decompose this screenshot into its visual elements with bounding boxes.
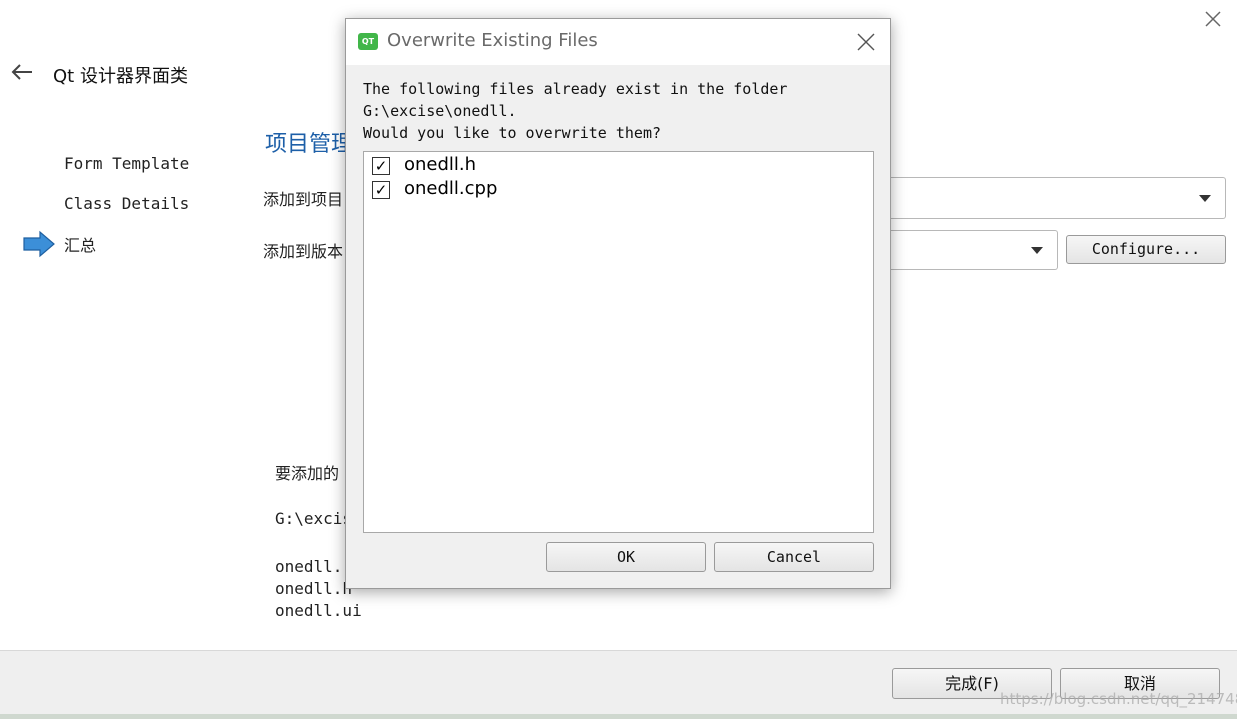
arrow-right-icon: [23, 230, 55, 258]
step-summary: 汇总: [64, 236, 97, 255]
chevron-down-icon: [1031, 247, 1043, 254]
dialog-message-line: G:\excise\onedll.: [363, 102, 517, 120]
step-form-template: Form Template: [64, 154, 190, 173]
close-icon[interactable]: [1200, 6, 1226, 32]
wizard-title: Qt 设计器界面类: [53, 66, 188, 87]
file-name: onedll.h: [404, 154, 477, 175]
add-to-project-label: 添加到项目: [263, 190, 344, 209]
file-list: ✓ onedll.h ✓ onedll.cpp: [363, 151, 874, 533]
section-heading: 项目管理: [265, 132, 354, 157]
project-combobox[interactable]: [880, 177, 1226, 219]
watermark: https://blog.csdn.net/qq_21474817: [1000, 690, 1237, 708]
summary-line: onedll.h: [275, 579, 353, 598]
qt-logo-icon: QT: [358, 33, 378, 50]
overwrite-dialog: QT Overwrite Existing Files The followin…: [345, 18, 891, 589]
dialog-message-line: Would you like to overwrite them?: [363, 124, 662, 142]
summary-line: 要添加的: [275, 464, 340, 483]
back-arrow-icon[interactable]: [8, 60, 36, 84]
cancel-button[interactable]: Cancel: [714, 542, 874, 572]
close-icon[interactable]: [853, 29, 879, 55]
summary-line: onedll.ui: [275, 601, 362, 620]
chevron-down-icon: [1199, 195, 1211, 202]
step-class-details: Class Details: [64, 194, 190, 213]
dialog-message-line: The following files already exist in the…: [363, 80, 788, 98]
ok-button[interactable]: OK: [546, 542, 706, 572]
configure-button[interactable]: Configure...: [1066, 235, 1226, 264]
summary-line: onedll.: [275, 557, 343, 576]
vcs-combobox[interactable]: [880, 230, 1058, 270]
dialog-titlebar: QT Overwrite Existing Files: [346, 19, 890, 65]
taskbar-strip: [0, 714, 1237, 719]
file-checkbox[interactable]: ✓: [372, 181, 390, 199]
dialog-title: Overwrite Existing Files: [387, 30, 598, 51]
file-checkbox[interactable]: ✓: [372, 157, 390, 175]
add-to-vcs-label: 添加到版本: [263, 242, 344, 261]
summary-line: G:\excis: [275, 509, 353, 528]
file-name: onedll.cpp: [404, 178, 498, 199]
summary-text: 要添加的 G:\excis onedll. onedll.h onedll.ui: [275, 460, 362, 620]
